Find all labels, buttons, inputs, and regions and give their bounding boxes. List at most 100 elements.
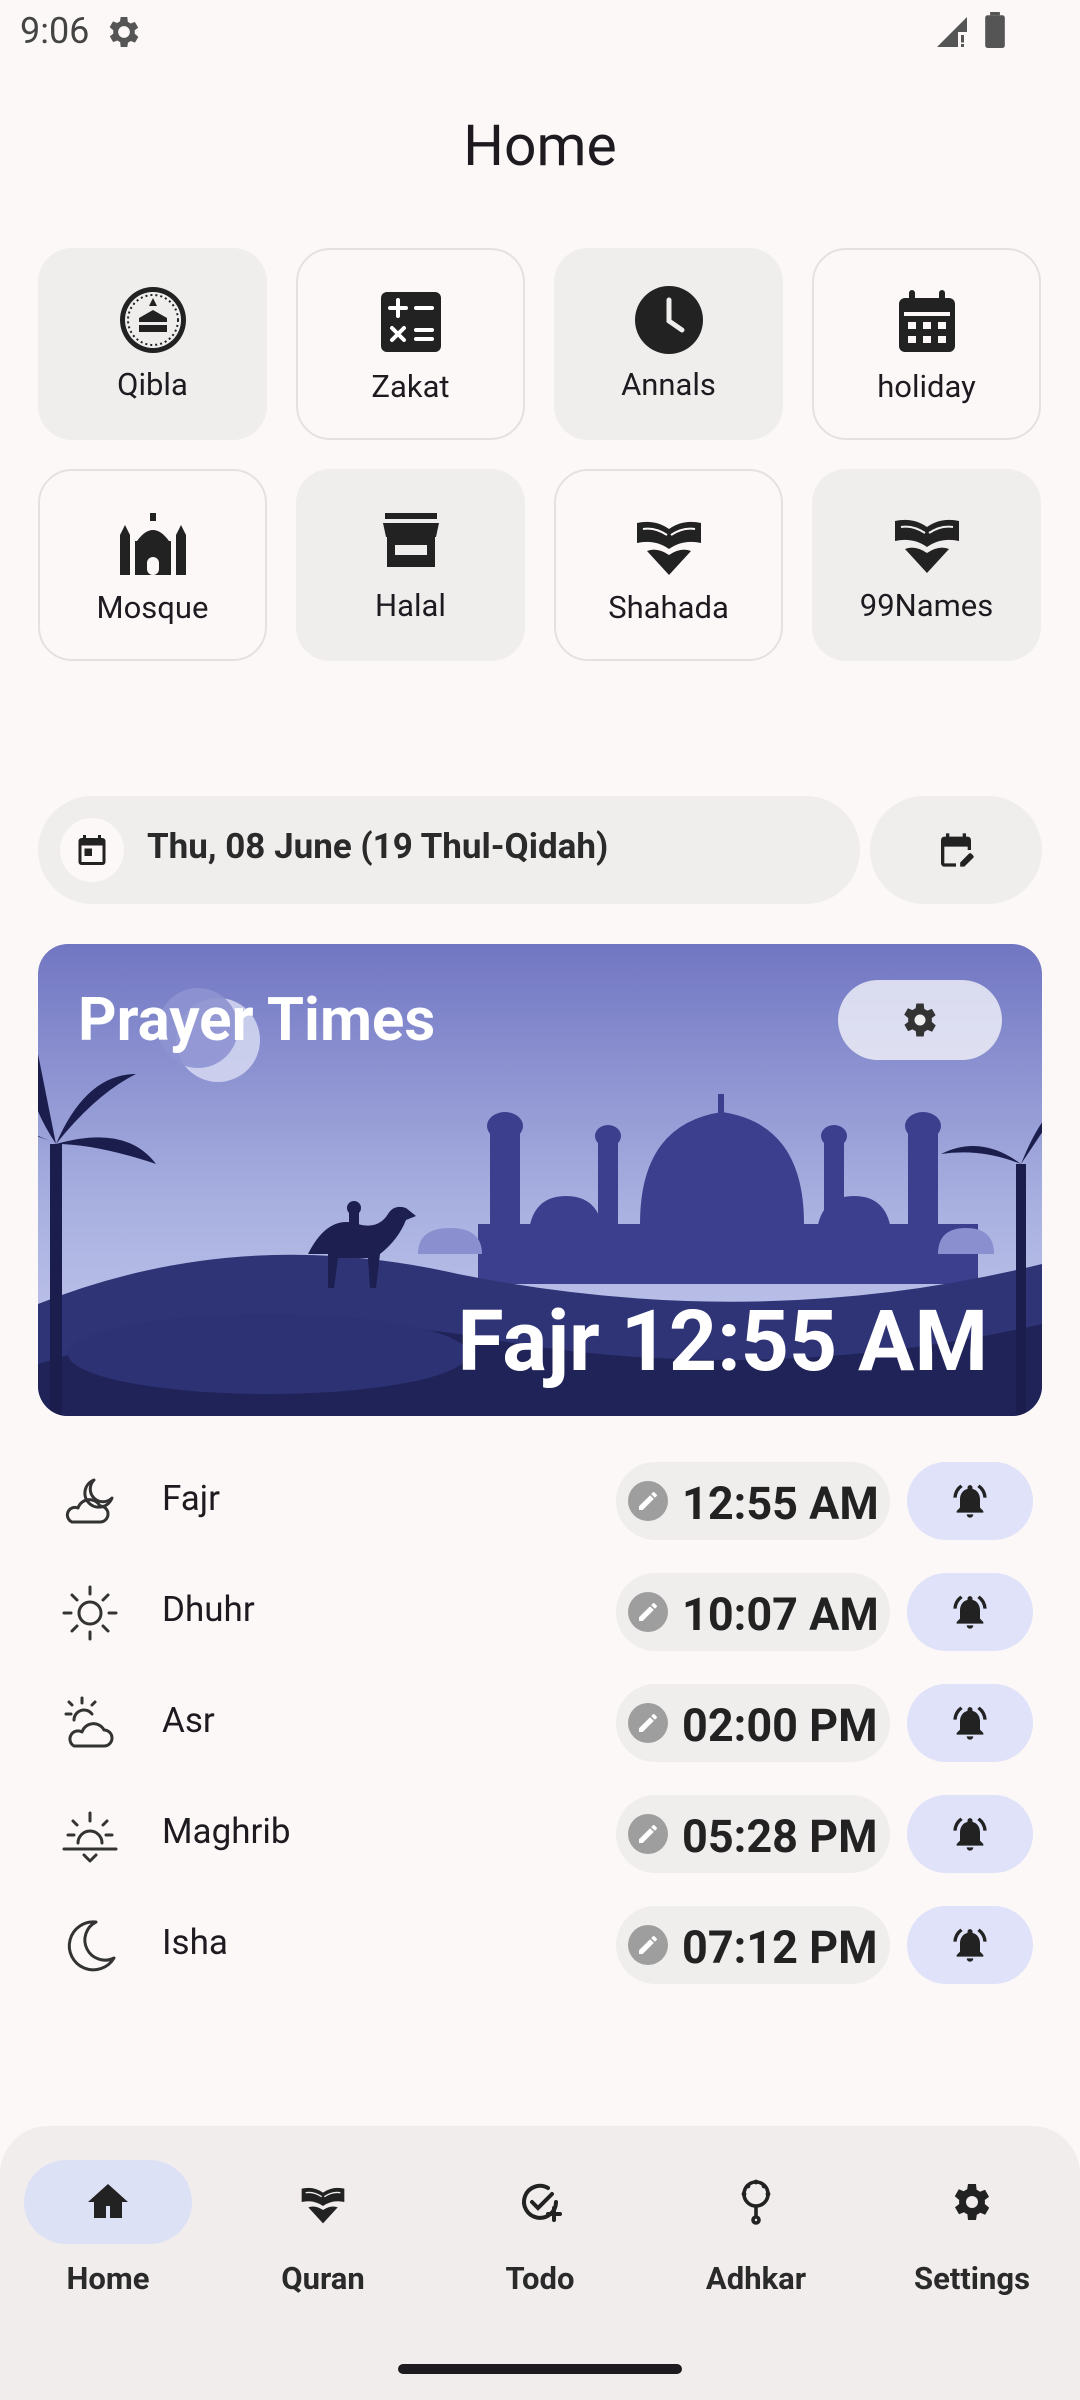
mosque-tile[interactable]: Mosque xyxy=(38,469,267,661)
nav-indicator xyxy=(888,2160,1056,2244)
store-icon xyxy=(382,513,439,567)
prayer-time: 05:28 PM xyxy=(682,1810,878,1863)
prayer-row-dhuhr: Dhuhr 10:07 AM xyxy=(0,1569,1080,1653)
bell-ringing-icon xyxy=(953,1706,987,1740)
qibla-tile[interactable]: Qibla xyxy=(38,248,267,440)
mosque-icon xyxy=(119,513,186,575)
alarm-toggle[interactable] xyxy=(907,1462,1033,1540)
open-book-icon xyxy=(894,519,959,573)
prayer-settings-button[interactable] xyxy=(838,980,1002,1060)
prayer-row-maghrib: Maghrib 05:28 PM xyxy=(0,1791,1080,1875)
signal-icon xyxy=(937,17,967,47)
nav-quran[interactable]: Quran xyxy=(223,2160,423,2310)
calculator-icon xyxy=(380,292,441,352)
sunset-icon xyxy=(62,1811,118,1863)
prayer-row-fajr: Fajr 12:55 AM xyxy=(0,1458,1080,1542)
current-date: Thu, 08 June (19 Thul-Qidah) xyxy=(147,826,609,867)
prayer-time-button[interactable]: 07:12 PM xyxy=(616,1906,890,1984)
tile-label: Zakat xyxy=(371,368,450,405)
bell-ringing-icon xyxy=(953,1928,987,1962)
edit-icon xyxy=(628,1814,668,1854)
nav-indicator xyxy=(456,2160,624,2244)
prayer-time-button[interactable]: 02:00 PM xyxy=(616,1684,890,1762)
nav-indicator xyxy=(672,2160,840,2244)
prayer-time: 10:07 AM xyxy=(682,1588,879,1641)
date-selector[interactable]: Thu, 08 June (19 Thul-Qidah) xyxy=(38,796,860,904)
tile-label: 99Names xyxy=(859,587,994,624)
clock-icon xyxy=(634,286,703,354)
settings-status-icon xyxy=(109,17,139,47)
banner-title: Prayer Times xyxy=(78,984,436,1055)
alarm-toggle[interactable] xyxy=(907,1795,1033,1873)
tile-label: Mosque xyxy=(96,589,209,626)
status-bar: 9:06 xyxy=(0,0,1080,64)
prayer-time-button[interactable]: 12:55 AM xyxy=(616,1462,890,1540)
alarm-toggle[interactable] xyxy=(907,1906,1033,1984)
prayer-name: Asr xyxy=(162,1700,215,1741)
prayer-row-asr: Asr 02:00 PM xyxy=(0,1680,1080,1764)
cloud-moon-icon xyxy=(65,1478,114,1524)
quran-book-icon xyxy=(301,2187,345,2224)
qibla-compass-icon xyxy=(119,287,186,353)
home-icon xyxy=(88,2184,128,2218)
calendar-icon xyxy=(898,290,955,352)
bell-ringing-icon xyxy=(953,1817,987,1851)
edit-icon xyxy=(628,1703,668,1743)
prayer-beads-icon xyxy=(741,2179,771,2225)
nav-settings[interactable]: Settings xyxy=(872,2160,1072,2310)
alarm-toggle[interactable] xyxy=(907,1573,1033,1651)
gear-icon xyxy=(954,2184,990,2220)
status-time: 9:06 xyxy=(20,10,90,52)
nav-adhkar[interactable]: Adhkar xyxy=(656,2160,856,2310)
open-book-icon xyxy=(636,521,701,575)
sun-icon xyxy=(62,1585,118,1641)
bottom-navigation: Home Quran Todo Adhkar Settings xyxy=(0,2126,1080,2400)
prayer-name: Isha xyxy=(162,1922,228,1963)
prayer-times-banner: Prayer Times Fajr 12:55 AM xyxy=(38,944,1042,1416)
prayer-name: Dhuhr xyxy=(162,1589,255,1630)
nav-indicator xyxy=(239,2160,407,2244)
task-add-icon xyxy=(522,2183,562,2222)
holiday-tile[interactable]: holiday xyxy=(812,248,1041,440)
tile-label: Annals xyxy=(621,366,716,403)
tile-label: Halal xyxy=(375,587,446,624)
zakat-tile[interactable]: Zakat xyxy=(296,248,525,440)
nav-home[interactable]: Home xyxy=(8,2160,208,2310)
99names-tile[interactable]: 99Names xyxy=(812,469,1041,661)
nav-label: Todo xyxy=(505,2260,575,2297)
battery-icon xyxy=(985,12,1005,48)
prayer-time: 12:55 AM xyxy=(682,1477,879,1530)
nav-indicator xyxy=(24,2160,192,2244)
page-title: Home xyxy=(463,112,617,179)
annals-tile[interactable]: Annals xyxy=(554,248,783,440)
prayer-time-button[interactable]: 10:07 AM xyxy=(616,1573,890,1651)
bell-ringing-icon xyxy=(953,1484,987,1518)
alarm-toggle[interactable] xyxy=(907,1684,1033,1762)
nav-label: Quran xyxy=(281,2260,365,2297)
edit-date-button[interactable] xyxy=(870,796,1042,904)
tile-label: Qibla xyxy=(117,366,188,403)
prayer-time: 07:12 PM xyxy=(682,1921,878,1974)
date-icon-holder xyxy=(60,818,124,882)
nav-label: Settings xyxy=(913,2260,1031,2297)
gear-icon xyxy=(904,1003,936,1037)
edit-icon xyxy=(628,1925,668,1965)
nav-label: Home xyxy=(66,2260,150,2297)
shahada-tile[interactable]: Shahada xyxy=(554,469,783,661)
edit-calendar-icon xyxy=(941,833,974,867)
crescent-moon-icon xyxy=(67,1920,116,1972)
halal-tile[interactable]: Halal xyxy=(296,469,525,661)
prayer-row-isha: Isha 07:12 PM xyxy=(0,1902,1080,1986)
edit-icon xyxy=(628,1481,668,1521)
edit-icon xyxy=(628,1592,668,1632)
calendar-icon xyxy=(78,835,106,865)
partly-cloudy-icon xyxy=(64,1696,114,1748)
tile-label: holiday xyxy=(877,368,976,405)
nav-todo[interactable]: Todo xyxy=(440,2160,640,2310)
tile-label: Shahada xyxy=(608,589,729,626)
next-prayer: Fajr 12:55 AM xyxy=(457,1292,988,1391)
nav-label: Adhkar xyxy=(705,2260,807,2297)
gesture-home-indicator[interactable] xyxy=(398,2364,682,2374)
bell-ringing-icon xyxy=(953,1595,987,1629)
prayer-time-button[interactable]: 05:28 PM xyxy=(616,1795,890,1873)
